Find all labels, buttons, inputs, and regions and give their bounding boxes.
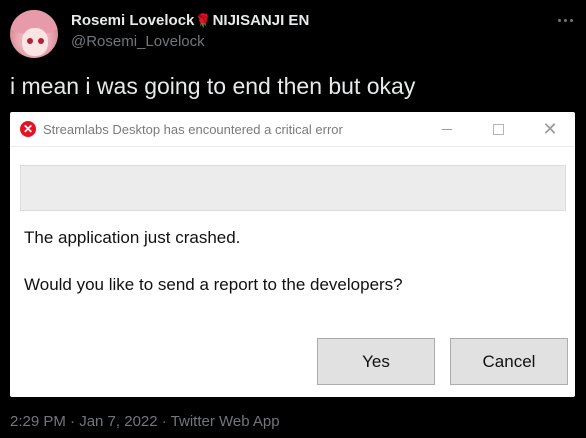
error-dialog-image[interactable]: ✕ Streamlabs Desktop has encountered a c… xyxy=(10,112,575,397)
avatar-face xyxy=(22,28,48,56)
dialog-message-question: Would you like to send a report to the d… xyxy=(24,275,403,294)
avatar-eye-right xyxy=(38,38,44,44)
dialog-title: Streamlabs Desktop has encountered a cri… xyxy=(43,122,343,137)
display-name-suffix: NIJISANJI EN xyxy=(212,12,310,29)
tweet-timestamp[interactable]: 2:29 PM · Jan 7, 2022 · Twitter Web App xyxy=(10,413,280,430)
cancel-button: Cancel xyxy=(450,338,568,385)
maximize-icon xyxy=(475,112,521,146)
more-horizontal-icon[interactable] xyxy=(550,10,580,30)
rose-emoji-icon: 🌹 xyxy=(195,13,212,28)
minimize-icon xyxy=(424,112,470,146)
dialog-title-bar: ✕ Streamlabs Desktop has encountered a c… xyxy=(10,112,575,147)
tweet-text: i mean i was going to end then but okay xyxy=(10,73,416,99)
display-name-text: Rosemi Lovelock xyxy=(71,12,195,29)
close-icon: ✕ xyxy=(542,118,558,139)
user-handle[interactable]: @Rosemi_Lovelock xyxy=(71,33,205,50)
dialog-details-panel xyxy=(20,165,566,211)
error-x-circle-icon: ✕ xyxy=(20,121,36,137)
avatar[interactable] xyxy=(10,10,58,58)
dialog-message-crash: The application just crashed. xyxy=(24,228,241,247)
avatar-eye-left xyxy=(27,38,33,44)
display-name[interactable]: Rosemi Lovelock🌹NIJISANJI EN xyxy=(71,12,309,29)
yes-button: Yes xyxy=(317,338,435,385)
